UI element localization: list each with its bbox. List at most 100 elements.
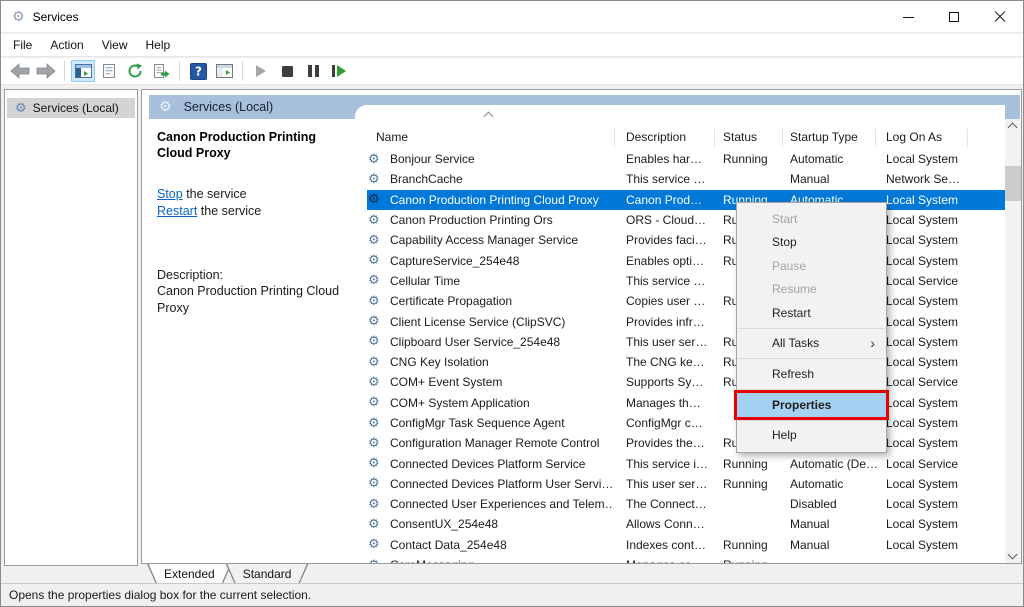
menu-item-refresh[interactable]: Refresh <box>737 362 886 386</box>
menu-help[interactable]: Help <box>137 34 180 56</box>
service-row[interactable]: ⚙Connected User Experiences and Telem…Th… <box>355 494 1005 514</box>
service-row[interactable]: ⚙CoreMessagingManages co…Running <box>355 555 1005 563</box>
toolbar-separator <box>64 61 65 81</box>
tree-item-services-local[interactable]: ⚙ Services (Local) <box>7 98 135 118</box>
service-row[interactable]: ⚙Connected Devices Platform User Servi…T… <box>355 474 1005 494</box>
column-divider[interactable] <box>714 129 715 147</box>
properties-icon[interactable] <box>97 60 121 82</box>
tab-standard[interactable]: Standard <box>226 564 309 584</box>
service-row[interactable]: ⚙Clipboard User Service_254e48This user … <box>355 332 1005 352</box>
refresh-icon[interactable] <box>123 60 147 82</box>
column-header-name[interactable]: Name <box>376 130 408 144</box>
service-name-cell: ConfigMgr Task Sequence Agent <box>390 413 614 433</box>
stop-service-icon[interactable] <box>275 60 299 82</box>
show-action-pane-icon[interactable] <box>212 60 236 82</box>
service-status-cell: Running <box>723 453 785 473</box>
service-row[interactable]: ⚙Certificate PropagationCopies user …Run… <box>355 291 1005 311</box>
service-row[interactable]: ⚙Canon Production Printing OrsORS - Clou… <box>355 210 1005 230</box>
service-row[interactable]: ⚙Connected Devices Platform ServiceThis … <box>355 453 1005 473</box>
service-name-cell: Connected User Experiences and Telem… <box>390 494 614 514</box>
column-header-log-on-as[interactable]: Log On As <box>886 130 942 144</box>
service-gear-icon: ⚙ <box>368 352 388 372</box>
service-name-cell: ConsentUX_254e48 <box>390 514 614 534</box>
service-row[interactable]: ⚙Client License Service (ClipSVC)Provide… <box>355 311 1005 331</box>
service-startup-cell: Disabled <box>790 494 878 514</box>
scroll-up-icon[interactable] <box>1008 123 1018 133</box>
toolbar-separator <box>179 61 180 81</box>
context-menu: StartStopPauseResumeRestartAll Tasks›Ref… <box>736 202 887 453</box>
tab-extended[interactable]: Extended <box>147 564 232 584</box>
service-gear-icon: ⚙ <box>368 332 388 352</box>
service-description-cell: ORS - Cloud… <box>626 210 718 230</box>
menu-item-restart[interactable]: Restart <box>737 301 886 325</box>
services-pane: ⚙ Services (Local) Canon Production Prin… <box>141 89 1022 564</box>
service-gear-icon: ⚙ <box>368 494 388 514</box>
column-header-status[interactable]: Status <box>723 130 757 144</box>
minimize-button[interactable] <box>885 1 931 33</box>
service-row[interactable]: ⚙COM+ Event SystemSupports Sy…RunningLoc… <box>355 372 1005 392</box>
stop-service-link[interactable]: Stop <box>157 187 183 201</box>
service-description-cell: ConfigMgr c… <box>626 413 718 433</box>
service-row[interactable]: ⚙Canon Production Printing Cloud ProxyCa… <box>355 190 1005 210</box>
menu-item-all-tasks[interactable]: All Tasks› <box>737 332 886 356</box>
service-gear-icon: ⚙ <box>368 149 388 169</box>
service-logon-cell: Local System <box>886 291 978 311</box>
service-gear-icon: ⚙ <box>368 311 388 331</box>
vertical-scrollbar[interactable] <box>1005 119 1021 563</box>
service-logon-cell: Local System <box>886 230 978 250</box>
menu-item-help[interactable]: Help <box>737 424 886 448</box>
back-icon[interactable] <box>8 60 32 82</box>
service-description-cell: Supports Sy… <box>626 372 718 392</box>
help-icon[interactable]: ? <box>186 60 210 82</box>
maximize-button[interactable] <box>931 1 977 33</box>
forward-icon[interactable] <box>34 60 58 82</box>
service-gear-icon: ⚙ <box>368 169 388 189</box>
restart-service-suffix: the service <box>197 204 261 218</box>
service-description-cell: The CNG ke… <box>626 352 718 372</box>
tree-item-label: Services (Local) <box>33 101 119 115</box>
service-description-cell: Provides faci… <box>626 230 718 250</box>
menu-item-stop[interactable]: Stop <box>737 231 886 255</box>
service-status-cell: Running <box>723 149 785 169</box>
column-header-startup-type[interactable]: Startup Type <box>790 130 858 144</box>
service-row[interactable]: ⚙CaptureService_254e48Enables opti…Runni… <box>355 250 1005 270</box>
menu-view[interactable]: View <box>93 34 137 56</box>
service-description-cell: This service i… <box>626 453 718 473</box>
restart-service-icon[interactable] <box>327 60 351 82</box>
menu-action[interactable]: Action <box>41 34 92 56</box>
service-row[interactable]: ⚙Contact Data_254e48Indexes cont…Running… <box>355 535 1005 555</box>
close-button[interactable] <box>977 1 1023 33</box>
column-divider[interactable] <box>967 129 968 147</box>
scrollbar-thumb[interactable] <box>1005 166 1021 201</box>
export-list-icon[interactable] <box>149 60 173 82</box>
show-console-tree-icon[interactable] <box>71 60 95 82</box>
service-startup-cell: Automatic (De… <box>790 453 878 473</box>
service-row[interactable]: ⚙ConfigMgr Task Sequence AgentConfigMgr … <box>355 413 1005 433</box>
service-name-cell: Client License Service (ClipSVC) <box>390 311 614 331</box>
menu-item-label: Stop <box>772 235 797 249</box>
service-name-cell: BranchCache <box>390 169 614 189</box>
column-divider[interactable] <box>782 129 783 147</box>
service-row[interactable]: ⚙Configuration Manager Remote ControlPro… <box>355 433 1005 453</box>
submenu-arrow-icon: › <box>870 335 875 351</box>
service-startup-cell: Automatic <box>790 149 878 169</box>
column-header-description[interactable]: Description <box>626 130 686 144</box>
service-row[interactable]: ⚙Bonjour ServiceEnables har…RunningAutom… <box>355 149 1005 169</box>
column-divider[interactable] <box>614 129 615 147</box>
service-row[interactable]: ⚙COM+ System ApplicationManages th…Local… <box>355 393 1005 413</box>
service-row[interactable]: ⚙Capability Access Manager ServiceProvid… <box>355 230 1005 250</box>
column-divider[interactable] <box>875 129 876 147</box>
service-row[interactable]: ⚙CNG Key IsolationThe CNG ke…RunningLoca… <box>355 352 1005 372</box>
service-row[interactable]: ⚙BranchCacheThis service …ManualNetwork … <box>355 169 1005 189</box>
start-service-icon[interactable] <box>249 60 273 82</box>
restart-service-link[interactable]: Restart <box>157 204 197 218</box>
menu-file[interactable]: File <box>4 34 41 56</box>
menu-item-properties[interactable]: Properties <box>737 393 886 417</box>
pause-service-icon[interactable] <box>301 60 325 82</box>
service-row[interactable]: ⚙Cellular TimeThis service …Local Servic… <box>355 271 1005 291</box>
service-row[interactable]: ⚙ConsentUX_254e48Allows Conn…ManualLocal… <box>355 514 1005 534</box>
scroll-down-icon[interactable] <box>1008 550 1018 560</box>
service-logon-cell: Local System <box>886 413 978 433</box>
menu-bar: FileActionViewHelp <box>1 34 1023 57</box>
service-logon-cell: Local System <box>886 494 978 514</box>
